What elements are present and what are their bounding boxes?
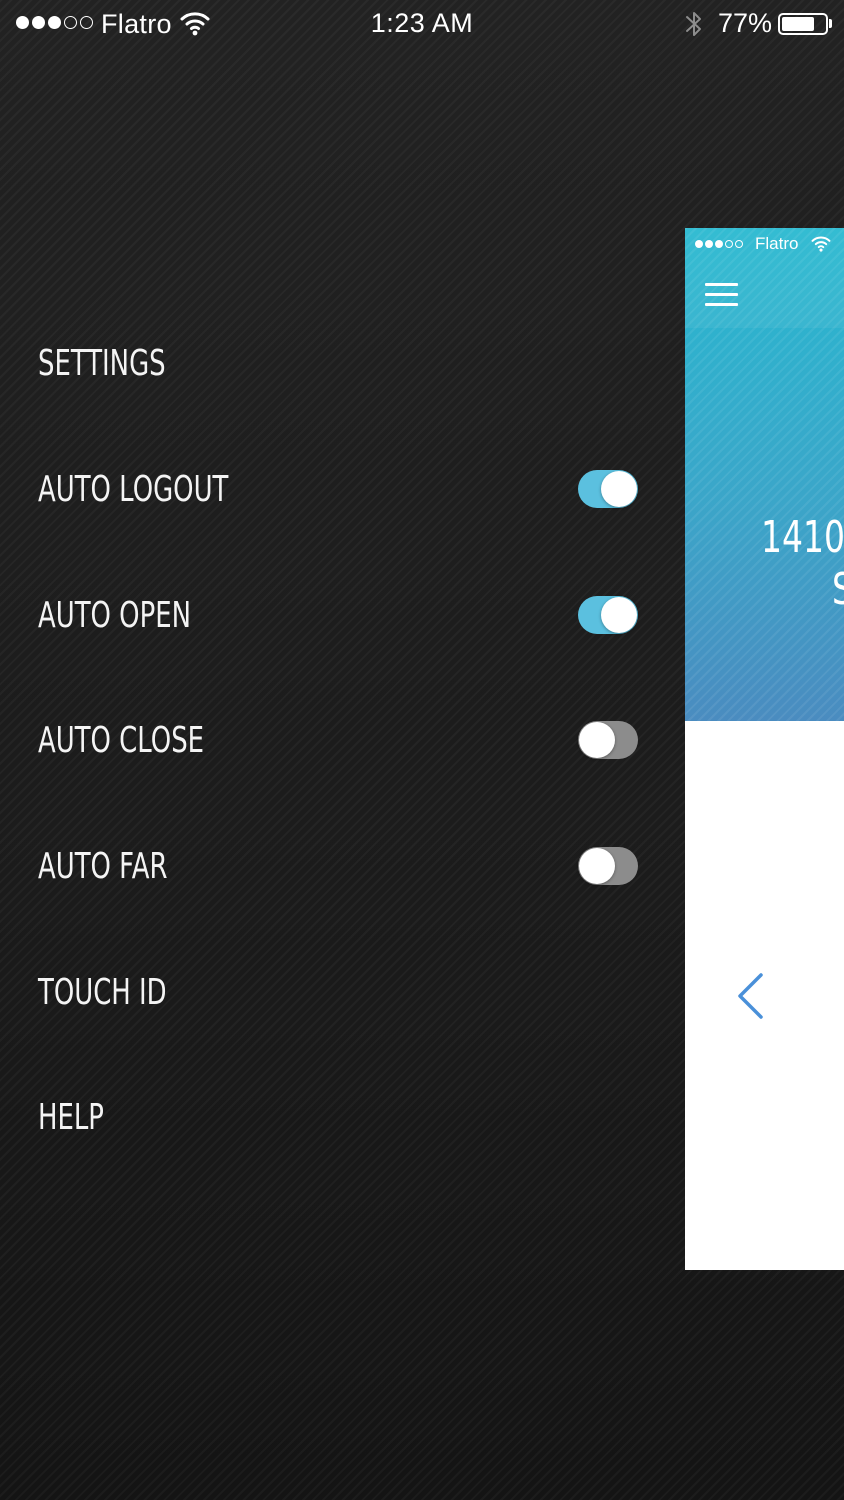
bluetooth-icon xyxy=(684,8,704,45)
status-bar: Flatro 1:23 AM 77% xyxy=(0,0,844,50)
preview-partial-text: S xyxy=(832,564,844,615)
auto-logout-toggle[interactable] xyxy=(578,470,638,508)
preview-signal-dots-icon xyxy=(695,240,743,248)
auto-far-toggle[interactable] xyxy=(578,847,638,885)
preview-carrier-name: Flatro xyxy=(755,234,799,253)
menu-title-settings[interactable]: SETTINGS xyxy=(38,334,658,394)
hamburger-menu-icon[interactable] xyxy=(705,283,738,307)
preview-header: Flatro xyxy=(685,228,844,328)
menu-item-label: AUTO CLOSE xyxy=(38,720,205,761)
preview-wifi-icon xyxy=(811,235,831,257)
battery-percent: 77% xyxy=(718,8,773,38)
menu-item-auto-open[interactable]: AUTO OPEN xyxy=(38,586,658,646)
main-screen-preview[interactable]: Flatro 1410 S xyxy=(685,228,844,1270)
menu-item-touch-id[interactable]: TOUCH ID xyxy=(38,963,658,1023)
auto-close-toggle[interactable] xyxy=(578,721,638,759)
menu-item-label: AUTO LOGOUT xyxy=(38,469,229,510)
menu-item-label: TOUCH ID xyxy=(38,972,167,1013)
preview-number: 1410 xyxy=(761,512,844,563)
menu-item-label: HELP xyxy=(38,1097,104,1138)
menu-item-auto-logout[interactable]: AUTO LOGOUT xyxy=(38,460,658,520)
preview-hero: Flatro 1410 S xyxy=(685,228,844,721)
menu-item-label: AUTO FAR xyxy=(38,846,168,887)
menu-item-auto-close[interactable]: AUTO CLOSE xyxy=(38,711,658,771)
menu-title: SETTINGS xyxy=(38,343,166,384)
auto-open-toggle[interactable] xyxy=(578,596,638,634)
menu-item-auto-far[interactable]: AUTO FAR xyxy=(38,837,658,897)
menu-item-help[interactable]: HELP xyxy=(38,1088,658,1148)
chevron-left-icon[interactable] xyxy=(735,972,765,1025)
menu-item-label: AUTO OPEN xyxy=(38,595,191,636)
battery-icon xyxy=(778,13,828,35)
battery-nub xyxy=(829,19,832,28)
